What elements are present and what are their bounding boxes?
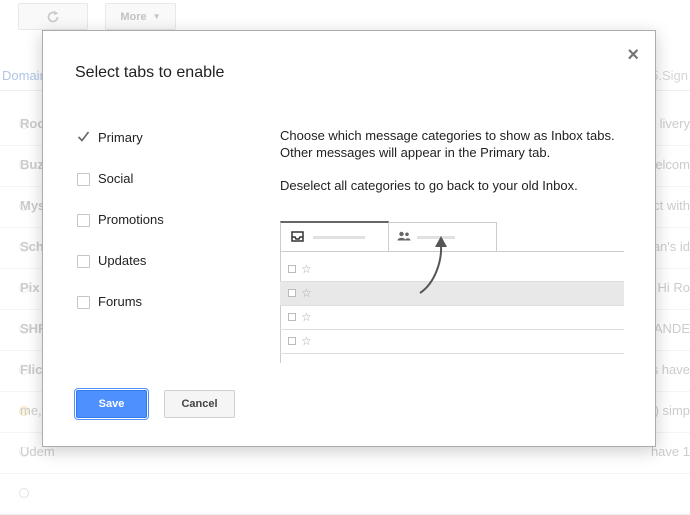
select-tabs-dialog: Select tabs to enable × Primary Social P… xyxy=(42,30,656,447)
option-updates[interactable]: Updates xyxy=(77,252,164,293)
tab-options: Primary Social Promotions Updates Forums xyxy=(77,129,164,334)
option-label: Promotions xyxy=(98,212,164,227)
option-social[interactable]: Social xyxy=(77,170,164,211)
option-label: Forums xyxy=(98,294,143,309)
description-para2: Deselect all categories to go back to yo… xyxy=(280,178,578,193)
dialog-title: Select tabs to enable xyxy=(75,64,225,81)
inbox-tabs-illustration: ☆ ☆ ☆ ☆ xyxy=(280,221,624,366)
option-label: Updates xyxy=(98,253,147,268)
cancel-button[interactable]: Cancel xyxy=(164,390,235,418)
description-line1: Choose which message categories to show … xyxy=(280,128,615,143)
option-primary[interactable]: Primary xyxy=(77,129,164,170)
checkmark-icon[interactable] xyxy=(77,130,90,143)
updates-checkbox[interactable] xyxy=(77,255,90,268)
option-forums[interactable]: Forums xyxy=(77,293,164,334)
option-promotions[interactable]: Promotions xyxy=(77,211,164,252)
importance-marker-icon[interactable] xyxy=(19,488,29,498)
promotions-checkbox[interactable] xyxy=(77,214,90,227)
option-label: Primary xyxy=(98,130,143,145)
forums-checkbox[interactable] xyxy=(77,296,90,309)
description: Choose which message categories to show … xyxy=(280,127,630,194)
drag-arrow-icon xyxy=(419,236,447,294)
close-icon[interactable]: × xyxy=(627,45,639,65)
social-checkbox[interactable] xyxy=(77,173,90,186)
description-line2: Other messages will appear in the Primar… xyxy=(280,145,551,160)
option-label: Social xyxy=(98,171,134,186)
save-button[interactable]: Save xyxy=(76,390,147,418)
